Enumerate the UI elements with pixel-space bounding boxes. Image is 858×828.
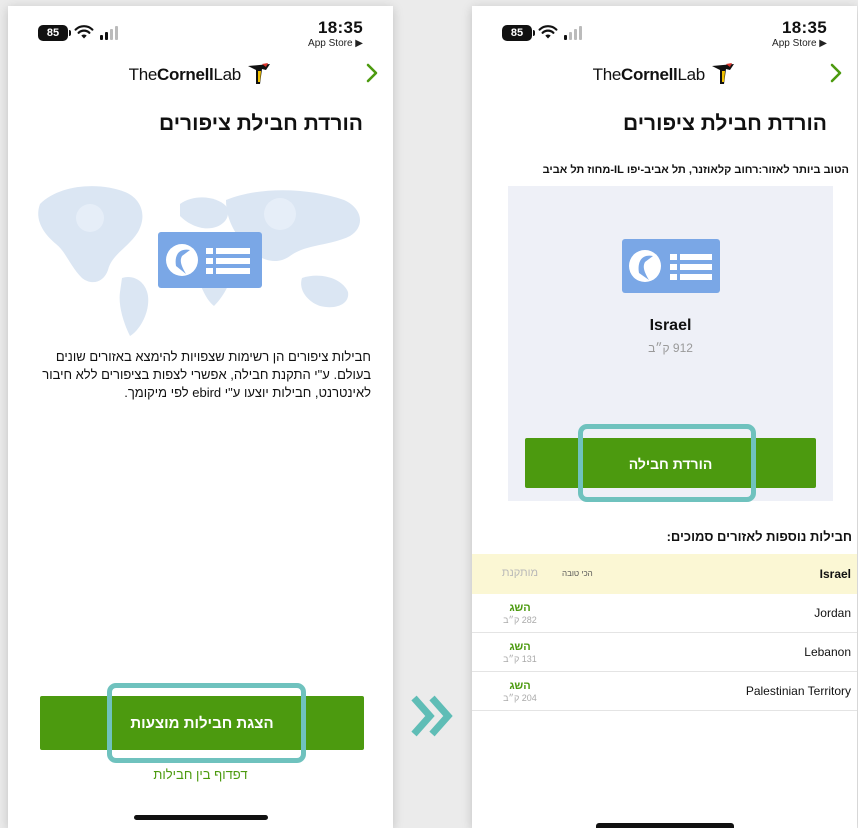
phone-screen-intro: 85 18:35 App Store ▶ TheCornellLab הורדת… [8, 6, 393, 828]
pack-name: Israel [649, 317, 692, 334]
battery-indicator: 85 [38, 25, 71, 41]
world-map-illustration [38, 186, 361, 336]
status-time: 18:35 [318, 18, 363, 37]
bird-pack-icon [622, 239, 720, 293]
get-pack-action[interactable]: השג 204 ק״ב [494, 680, 546, 704]
page-title: הורדת חבילת ציפורים [623, 112, 827, 135]
page-title: הורדת חבילת ציפורים [159, 112, 363, 135]
pack-country: Palestinian Territory [745, 684, 851, 698]
cell-signal-icon [564, 26, 584, 40]
bird-pack-icon [158, 232, 262, 288]
download-pack-button[interactable]: הורדת חבילה [525, 438, 816, 488]
cornell-lab-logo: TheCornellLab [8, 62, 393, 88]
home-indicator[interactable] [133, 815, 268, 820]
home-indicator[interactable] [595, 823, 734, 828]
list-item[interactable]: Israel הכי טובה מותקנת [472, 554, 857, 594]
nearby-packs-heading: חבילות נוספות לאזורים סמוכים: [666, 529, 852, 544]
pack-size: 912 ק״ב [648, 341, 693, 355]
chevron-right-icon[interactable] [363, 61, 381, 85]
list-item[interactable]: Jordan השג 282 ק״ב [472, 594, 857, 633]
nearby-packs-list: Israel הכי טובה מותקנת Jordan השג 282 ק״… [472, 554, 857, 711]
wifi-icon [538, 25, 558, 39]
status-time: 18:35 [782, 18, 827, 37]
chevron-right-icon[interactable] [827, 61, 845, 85]
cell-signal-icon [100, 26, 120, 40]
pack-country: Lebanon [804, 645, 851, 659]
cornell-lab-logo: TheCornellLab [472, 62, 857, 88]
status-bar: 85 18:35 App Store ▶ [472, 6, 857, 56]
browse-packs-link[interactable]: דפדוף בין חבילות [8, 767, 393, 782]
back-to-app-store[interactable]: App Store ▶ [308, 38, 363, 49]
best-for-region-label: הטוב ביותר לאזור:רחוב קלאוזנר, תל אביב-י… [542, 164, 849, 176]
get-pack-action[interactable]: השג 282 ק״ב [494, 602, 546, 626]
pack-country: Jordan [814, 606, 851, 620]
woodpecker-logo-icon [248, 63, 271, 84]
list-item[interactable]: Lebanon השג 131 ק״ב [472, 633, 857, 672]
back-to-app-store[interactable]: App Store ▶ [772, 38, 827, 49]
packs-description: חבילות ציפורים הן רשימות שצפויות להימצא … [42, 349, 371, 400]
battery-indicator: 85 [502, 25, 535, 41]
show-suggested-packs-button[interactable]: הצגת חבילות מוצעות [40, 696, 364, 750]
installed-status: מותקנת [501, 567, 539, 579]
phone-screen-download: 85 18:35 App Store ▶ TheCornellLab הורדת… [472, 6, 857, 828]
get-pack-action[interactable]: השג 131 ק״ב [494, 641, 546, 665]
best-badge: הכי טובה [562, 569, 593, 578]
wifi-icon [74, 25, 94, 39]
list-item[interactable]: Palestinian Territory השג 204 ק״ב [472, 672, 857, 711]
pack-country: Israel [819, 567, 851, 581]
status-bar: 85 18:35 App Store ▶ [8, 6, 393, 56]
double-chevron-right-icon [411, 695, 453, 737]
woodpecker-logo-icon [712, 63, 735, 84]
recommended-pack-card: Israel 912 ק״ב הורדת חבילה [508, 186, 833, 501]
